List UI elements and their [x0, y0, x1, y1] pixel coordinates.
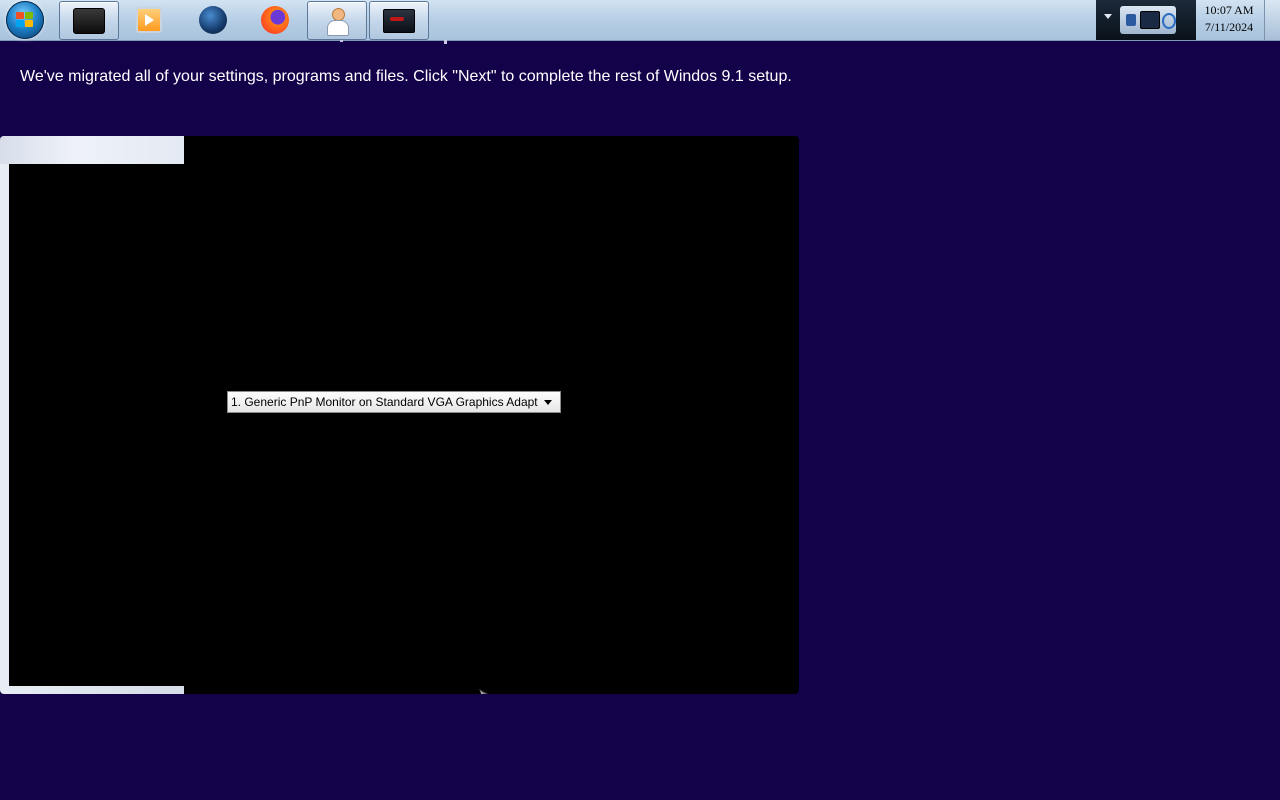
action-center-icon[interactable]: [1126, 14, 1136, 26]
tray-icons: [1120, 6, 1176, 34]
firefox-icon: [261, 5, 289, 34]
display-preview-panel: 1. Generic PnP Monitor on Standard VGA G…: [0, 136, 799, 694]
globe-icon: [199, 5, 227, 34]
mouse-cursor-icon: [479, 688, 489, 694]
show-hidden-icons-icon[interactable]: [1104, 14, 1112, 19]
desktop: 10:07 AM 7/11/2024 We've migrated all of…: [0, 0, 1280, 800]
notification-area: [1096, 0, 1196, 40]
media-player-icon: [136, 6, 162, 33]
person-icon: [325, 7, 349, 36]
clock[interactable]: 10:07 AM 7/11/2024: [1196, 0, 1262, 40]
taskbar-button-media-player[interactable]: [120, 1, 178, 38]
side-frame: [0, 136, 184, 694]
clock-time: 10:07 AM: [1204, 3, 1254, 17]
taskbar-button-firefox[interactable]: [246, 1, 304, 38]
windows-logo-icon: [16, 12, 34, 28]
taskbar-button-screen[interactable]: [369, 1, 429, 40]
start-button[interactable]: [6, 1, 44, 39]
page-heading-clipped: [0, 40, 800, 46]
show-desktop-button[interactable]: [1264, 0, 1280, 40]
taskbar-button-globe[interactable]: [184, 1, 242, 38]
side-frame-content: [9, 164, 184, 686]
monitor-select-value: 1. Generic PnP Monitor on Standard VGA G…: [231, 395, 538, 409]
taskbar: 10:07 AM 7/11/2024: [0, 0, 1280, 41]
screen-icon: [383, 8, 415, 33]
clock-date: 7/11/2024: [1204, 20, 1254, 34]
display-tray-icon[interactable]: [1140, 11, 1160, 29]
side-frame-header: [0, 136, 184, 164]
monitor-icon: [73, 7, 105, 34]
monitor-select[interactable]: 1. Generic PnP Monitor on Standard VGA G…: [227, 391, 561, 413]
taskbar-button-user[interactable]: [307, 1, 367, 40]
network-icon[interactable]: [1162, 13, 1176, 29]
taskbar-button-display[interactable]: [59, 1, 119, 40]
setup-subtitle: We've migrated all of your settings, pro…: [20, 68, 792, 85]
chevron-down-icon: [544, 399, 552, 405]
